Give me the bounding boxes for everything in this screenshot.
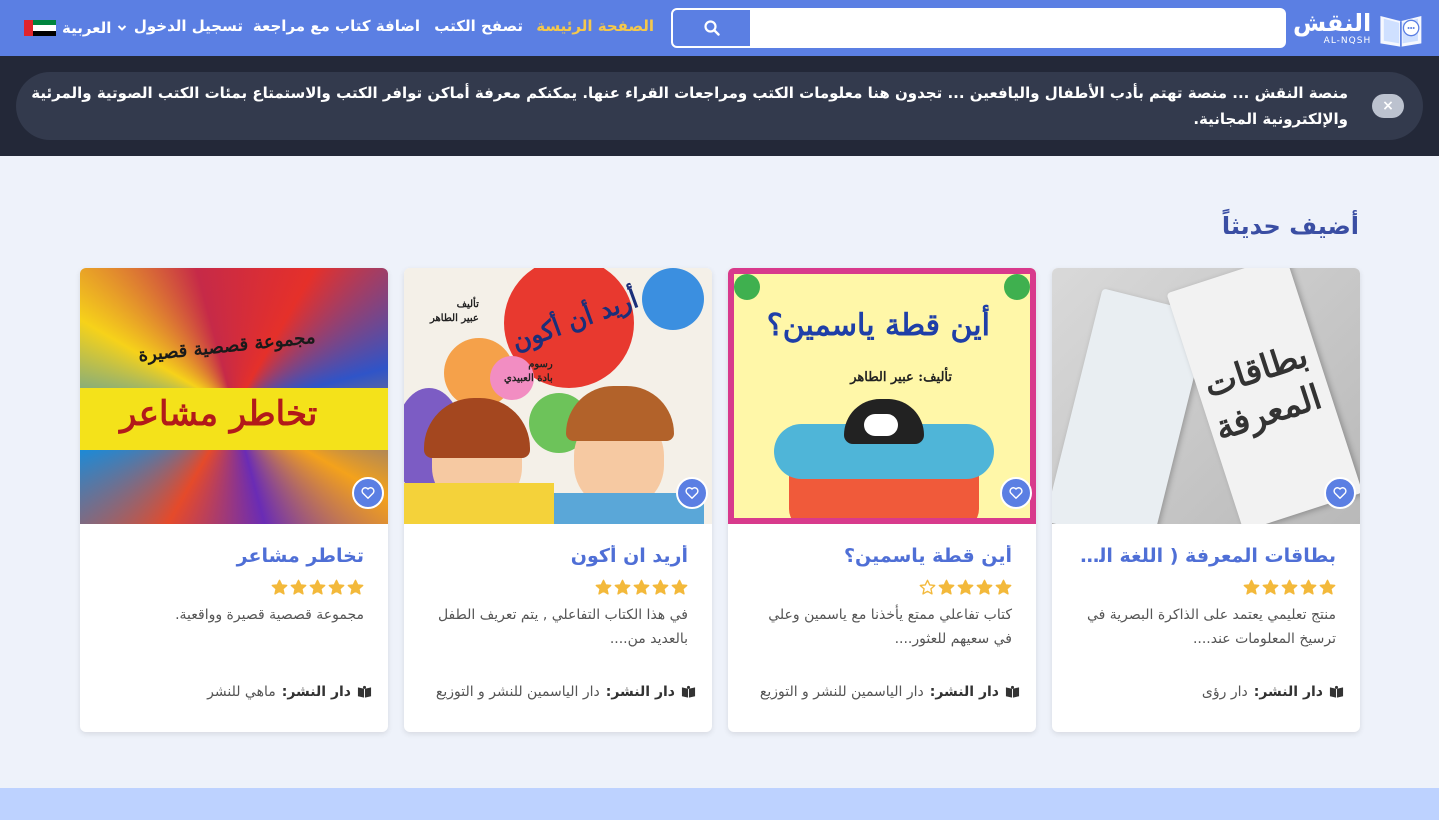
book-card[interactable]: أريد أن أكون تأليف عبير الطاهر رسوم بادة…: [404, 268, 712, 732]
book-description: منتج تعليمي يعتمد على الذاكرة البصرية في…: [1086, 607, 1336, 647]
publisher-name: ماهي للنشر: [207, 684, 276, 700]
book-cover-image[interactable]: أريد أن أكون تأليف عبير الطاهر رسوم بادة…: [404, 268, 712, 524]
star-filled-icon: [995, 579, 1012, 595]
cover-illustrator-label: رسوم: [528, 359, 553, 370]
publisher-book-icon: [1005, 685, 1020, 698]
favorite-button[interactable]: [352, 477, 384, 509]
book-cover-image[interactable]: بطاقات المعرفة: [1052, 268, 1360, 524]
book-cover-image[interactable]: تخاطر مشاعر مجموعة قصصية قصيرة: [80, 268, 388, 524]
star-filled-icon: [1262, 579, 1279, 595]
publisher-book-icon: [1329, 685, 1344, 698]
rating-stars: [595, 579, 688, 596]
star-filled-icon: [1300, 579, 1317, 595]
publisher-name: دار الياسمين للنشر و التوزيع: [759, 684, 924, 700]
star-filled-icon: [938, 579, 955, 595]
publisher-book-icon: [681, 685, 696, 698]
book-card[interactable]: تخاطر مشاعر مجموعة قصصية قصيرة تخاطر مشا…: [80, 268, 388, 732]
star-filled-icon: [271, 579, 288, 595]
publisher-label: دار النشر:: [605, 684, 675, 700]
book-card[interactable]: بطاقات المعرفة بطاقات المعرفة ( اللغة ال…: [1052, 268, 1360, 732]
star-filled-icon: [328, 579, 345, 595]
cover-title: تخاطر مشاعر: [120, 394, 318, 434]
book-card[interactable]: أين قطة ياسمين؟ تأليف: عبير الطاهر أين ق…: [728, 268, 1036, 732]
language-label: العربية: [62, 19, 112, 37]
close-announcement-button[interactable]: ×: [1372, 94, 1404, 118]
book-logo-icon: [1380, 16, 1422, 47]
publisher-info: دار النشر: دار رؤى: [1202, 684, 1344, 700]
brand-text: النقش AL-NQSH: [1293, 11, 1371, 46]
cover-author: عبير الطاهر: [430, 313, 479, 324]
book-title[interactable]: بطاقات المعرفة ( اللغة العربية ): [1076, 545, 1336, 567]
star-filled-icon: [347, 579, 364, 595]
cover-author-label: تأليف: [456, 299, 479, 310]
chevron-down-icon: [118, 25, 127, 31]
section-title: أضيف حديثاً: [1221, 212, 1359, 240]
book-description: في هذا الكتاب التفاعلي , يتم تعريف الطفل…: [437, 607, 688, 647]
language-selector[interactable]: العربية: [24, 0, 127, 56]
publisher-name: دار رؤى: [1201, 684, 1248, 700]
search-input[interactable]: [746, 8, 1286, 48]
publisher-label: دار النشر:: [1253, 684, 1323, 700]
book-title[interactable]: أريد ان أكون: [428, 545, 688, 567]
star-filled-icon: [1281, 579, 1298, 595]
announcement-text: منصة النقش ... منصة تهتم بأدب الأطفال وا…: [31, 84, 1348, 128]
cover-illustrator: بادة العبيدي: [504, 373, 553, 384]
star-filled-icon: [976, 579, 993, 595]
publisher-info: دار النشر: ماهي للنشر: [207, 684, 372, 700]
cover-title: أين قطة ياسمين؟: [766, 308, 990, 343]
rating-stars: [1243, 579, 1336, 596]
heart-icon: [1333, 487, 1347, 499]
publisher-name: دار الياسمين للنشر و التوزيع: [435, 684, 600, 700]
star-filled-icon: [1319, 579, 1336, 595]
star-filled-icon: [595, 579, 612, 595]
brand-name-ar: النقش: [1293, 8, 1372, 37]
star-empty-icon: [919, 579, 936, 595]
cover-author: تأليف: عبير الطاهر: [850, 370, 952, 385]
star-filled-icon: [957, 579, 974, 595]
book-title[interactable]: تخاطر مشاعر: [104, 545, 364, 567]
brand-name-en: AL-NQSH: [1323, 35, 1372, 46]
rating-stars: [919, 579, 1012, 596]
announcement-band: × منصة النقش ... منصة تهتم بأدب الأطفال …: [0, 56, 1439, 156]
publisher-info: دار النشر: دار الياسمين للنشر و التوزيع: [436, 684, 696, 700]
nav-add-review-link[interactable]: اضافة كتاب مع مراجعة: [253, 0, 420, 56]
nav-home-link[interactable]: الصفحة الرئيسة: [536, 0, 654, 56]
footer-band: [0, 788, 1439, 820]
publisher-info: دار النشر: دار الياسمين للنشر و التوزيع: [760, 684, 1020, 700]
favorite-button[interactable]: [676, 477, 708, 509]
publisher-label: دار النشر:: [929, 684, 999, 700]
star-filled-icon: [652, 579, 669, 595]
nav-login-link[interactable]: تسجيل الدخول: [134, 0, 243, 56]
cover-subtitle: مجموعة قصصية قصيرة: [137, 326, 317, 367]
star-filled-icon: [633, 579, 650, 595]
heart-icon: [1009, 487, 1023, 499]
heart-icon: [361, 487, 375, 499]
book-title[interactable]: أين قطة ياسمين؟: [752, 545, 1012, 567]
search-button[interactable]: [671, 8, 752, 48]
star-filled-icon: [671, 579, 688, 595]
heart-icon: [685, 487, 699, 499]
star-filled-icon: [614, 579, 631, 595]
publisher-book-icon: [357, 685, 372, 698]
star-filled-icon: [290, 579, 307, 595]
book-description: كتاب تفاعلي ممتع يأخذنا مع ياسمين وعلي ف…: [768, 607, 1012, 647]
star-filled-icon: [1243, 579, 1260, 595]
announcement-alert: × منصة النقش ... منصة تهتم بأدب الأطفال …: [16, 72, 1423, 140]
book-description: مجموعة قصصية قصيرة وواقعية.: [175, 607, 364, 623]
book-cover-image[interactable]: أين قطة ياسمين؟ تأليف: عبير الطاهر: [728, 268, 1036, 524]
star-filled-icon: [309, 579, 326, 595]
favorite-button[interactable]: [1324, 477, 1356, 509]
uae-flag-icon: [24, 20, 56, 36]
publisher-label: دار النشر:: [281, 684, 351, 700]
favorite-button[interactable]: [1000, 477, 1032, 509]
brand-logo[interactable]: النقش AL-NQSH: [1293, 3, 1425, 53]
search-bar: [671, 8, 1286, 48]
search-icon: [703, 20, 720, 36]
nav-browse-link[interactable]: تصفح الكتب: [434, 0, 523, 56]
rating-stars: [271, 579, 364, 596]
top-navbar: النقش AL-NQSH الصفحة الرئيسة تصفح الكتب …: [0, 0, 1439, 56]
